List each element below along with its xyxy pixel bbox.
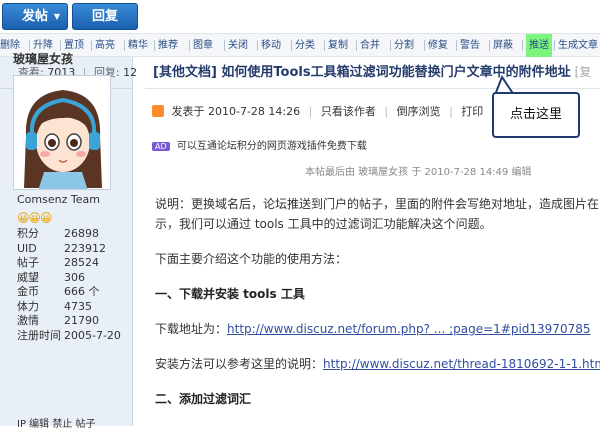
stat-value: 306 — [64, 270, 85, 284]
stat-key: 体力 — [17, 299, 39, 313]
ad-banner[interactable]: AD 可以互通论坛积分的网页游戏插件免费下载 — [152, 137, 367, 152]
divider — [390, 40, 391, 51]
install-line: 安装方法可以参考这里的说明：http://www.discuz.net/thre… — [155, 355, 600, 372]
section-heading: 二、添加过滤词汇 — [155, 392, 252, 406]
callout-box: 点击这里 — [492, 92, 580, 138]
moderation-toolbar: 删除 升降 置顶 高亮 精华 推荐 图章 关闭 移动 分类 复制 合并 分割 修复 警告 屏蔽 推送 生成文章 — [0, 33, 600, 57]
divider — [424, 40, 425, 51]
rank-stars-icon: 😀😀😀 — [17, 211, 53, 225]
stat-key: 金币 — [17, 285, 39, 298]
post-status-icon — [152, 105, 164, 117]
stat-key: 帖子 — [17, 256, 39, 269]
divider — [91, 40, 92, 51]
divider: | — [308, 105, 313, 118]
divider — [189, 40, 190, 51]
new-post-label: 发帖 — [21, 9, 48, 24]
mod-action-4[interactable]: 精华 — [128, 34, 148, 57]
divider: | — [384, 105, 389, 118]
reply-button[interactable]: 回复 — [72, 3, 138, 30]
avatar[interactable] — [13, 75, 111, 190]
author-name[interactable]: 玻璃屋女孩 — [13, 50, 73, 67]
stat-value: 2005-7-20 — [64, 328, 121, 342]
mod-action-7[interactable]: 关闭 — [228, 34, 248, 57]
ad-text[interactable]: 可以互通论坛积分的网页游戏插件免费下载 — [177, 141, 367, 152]
download-link[interactable]: http://www.discuz.net/forum.php? ... ;pa… — [227, 322, 590, 336]
stat-key: 威望 — [17, 270, 39, 284]
divider — [522, 40, 523, 51]
user-group: Comsenz Team — [17, 193, 100, 206]
stat-key: 积分 — [17, 227, 39, 240]
divider — [154, 40, 155, 51]
replies-count: 12 — [123, 66, 138, 79]
mod-action-17[interactable]: 生成文章 — [558, 34, 598, 57]
stat-value: 26898 — [64, 227, 99, 240]
stat-value: 4735 — [64, 299, 92, 313]
title-suffix: [复 — [574, 65, 592, 79]
section-heading: 一、下载并安装 tools 工具 — [155, 287, 305, 301]
admin-links[interactable]: IP 编辑 禁止 帖子 — [17, 415, 96, 430]
divider — [489, 40, 490, 51]
download-label: 下载地址为： — [155, 322, 228, 336]
divider: | — [449, 105, 453, 118]
mod-action-14[interactable]: 警告 — [460, 34, 480, 57]
mod-action-12[interactable]: 分割 — [394, 34, 414, 57]
install-link[interactable]: http://www.discuz.net/thread-1810692-1-1… — [323, 357, 600, 371]
stat-key: 注册时间 — [17, 328, 61, 342]
mod-action-5[interactable]: 推荐 — [158, 34, 178, 57]
divider — [456, 40, 457, 51]
divider — [356, 40, 357, 51]
mod-action-16[interactable]: 推送 — [526, 34, 552, 57]
divider — [124, 40, 125, 51]
only-author-link[interactable]: 只看该作者 — [321, 105, 376, 118]
edit-note: 本帖最后由 玻璃屋女孩 于 2010-7-28 14:49 编辑 — [305, 167, 532, 178]
mod-action-15[interactable]: 屏蔽 — [493, 34, 513, 57]
stat-value: 21790 — [64, 314, 99, 327]
new-post-button[interactable]: 发帖 ▼ — [2, 3, 68, 30]
reverse-order-link[interactable]: 倒序浏览 — [397, 105, 441, 118]
divider — [257, 40, 258, 51]
avatar-image — [14, 76, 110, 189]
install-label: 安装方法可以参考这里的说明： — [155, 357, 324, 371]
print-link[interactable]: 打印 — [461, 105, 483, 118]
mod-action-3[interactable]: 高亮 — [95, 34, 115, 57]
stat-key: 激情 — [17, 314, 39, 327]
thread-title-bar: [其他文档] 如何使用Tools工具箱过滤词功能替换门户文章中的附件地址 [复 — [145, 57, 600, 89]
ad-badge: AD — [152, 142, 170, 151]
stat-value: 223912 — [64, 241, 106, 255]
top-toolbar: 发帖 ▼ 回复 — [0, 0, 600, 33]
posted-time: 发表于 2010-7-28 14:26 — [171, 105, 301, 118]
stat-key: UID — [17, 241, 37, 255]
mod-action-8[interactable]: 移动 — [261, 34, 281, 57]
post-meta: 发表于 2010-7-28 14:26 | 只看该作者 | 倒序浏览 | 打印 — [152, 103, 483, 119]
mod-action-11[interactable]: 合并 — [360, 34, 380, 57]
mod-action-10[interactable]: 复制 — [328, 34, 348, 57]
stat-value: 666 个 — [64, 285, 100, 298]
mod-action-13[interactable]: 修复 — [428, 34, 448, 57]
divider — [224, 40, 225, 51]
paragraph-line: 说明：更换域名后，论坛推送到门户的帖子，里面的附件会写绝对地址，造成图片在门 — [155, 197, 600, 211]
download-line: 下载地址为：http://www.discuz.net/forum.php? .… — [155, 320, 590, 337]
chevron-down-icon[interactable]: ▼ — [54, 4, 60, 29]
mod-action-9[interactable]: 分类 — [295, 34, 315, 57]
divider — [291, 40, 292, 51]
paragraph-line: 示，我们可以通过 tools 工具中的过滤词汇功能解决这个问题。 — [155, 217, 492, 231]
divider — [324, 40, 325, 51]
mod-action-6[interactable]: 图章 — [193, 34, 213, 57]
stat-value: 28524 — [64, 256, 99, 269]
paragraph: 下面主要介绍这个功能的使用方法： — [155, 252, 348, 266]
divider — [554, 40, 555, 51]
